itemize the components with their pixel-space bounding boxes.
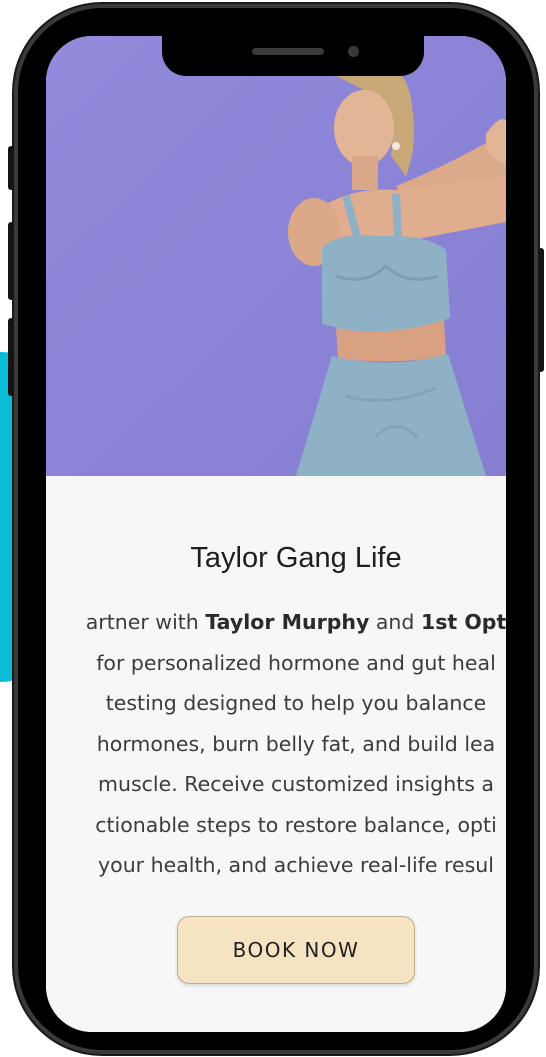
partner-name: Taylor Murphy xyxy=(205,610,370,634)
card-description: artner with Taylor Murphy and 1st Opt fo… xyxy=(46,602,506,886)
card-content: Taylor Gang Life artner with Taylor Murp… xyxy=(46,476,506,1032)
description-line-2: for personalized hormone and gut heal xyxy=(96,650,496,675)
volume-up-button xyxy=(8,222,14,300)
phone-frame: Taylor Gang Life artner with Taylor Murp… xyxy=(8,4,544,1054)
woman-fitness-stretch-photo xyxy=(46,36,506,476)
speaker-grille xyxy=(252,48,324,55)
front-camera xyxy=(348,46,359,57)
description-line-6: ctionable steps to restore balance, opti xyxy=(95,812,497,837)
mockup-stage: Taylor Gang Life artner with Taylor Murp… xyxy=(0,0,546,1057)
camera-notch xyxy=(162,36,424,76)
card-title: Taylor Gang Life xyxy=(190,542,402,574)
hero-image xyxy=(46,36,506,476)
phone-screen: Taylor Gang Life artner with Taylor Murp… xyxy=(46,36,506,1032)
description-line-3: testing designed to help you balance xyxy=(105,691,487,715)
volume-down-button xyxy=(8,318,14,396)
company-name: 1st Opt xyxy=(420,610,506,634)
description-line-7: your health, and achieve real-life resul xyxy=(98,853,494,877)
description-line-1: artner with Taylor Murphy and 1st Opt xyxy=(85,610,506,634)
mute-switch xyxy=(8,146,14,190)
book-now-button[interactable]: BOOK NOW xyxy=(177,916,415,984)
description-line-5: muscle. Receive customized insights a xyxy=(98,772,494,796)
power-button xyxy=(538,248,544,372)
description-line-4: hormones, burn belly fat, and build lea xyxy=(96,731,496,756)
